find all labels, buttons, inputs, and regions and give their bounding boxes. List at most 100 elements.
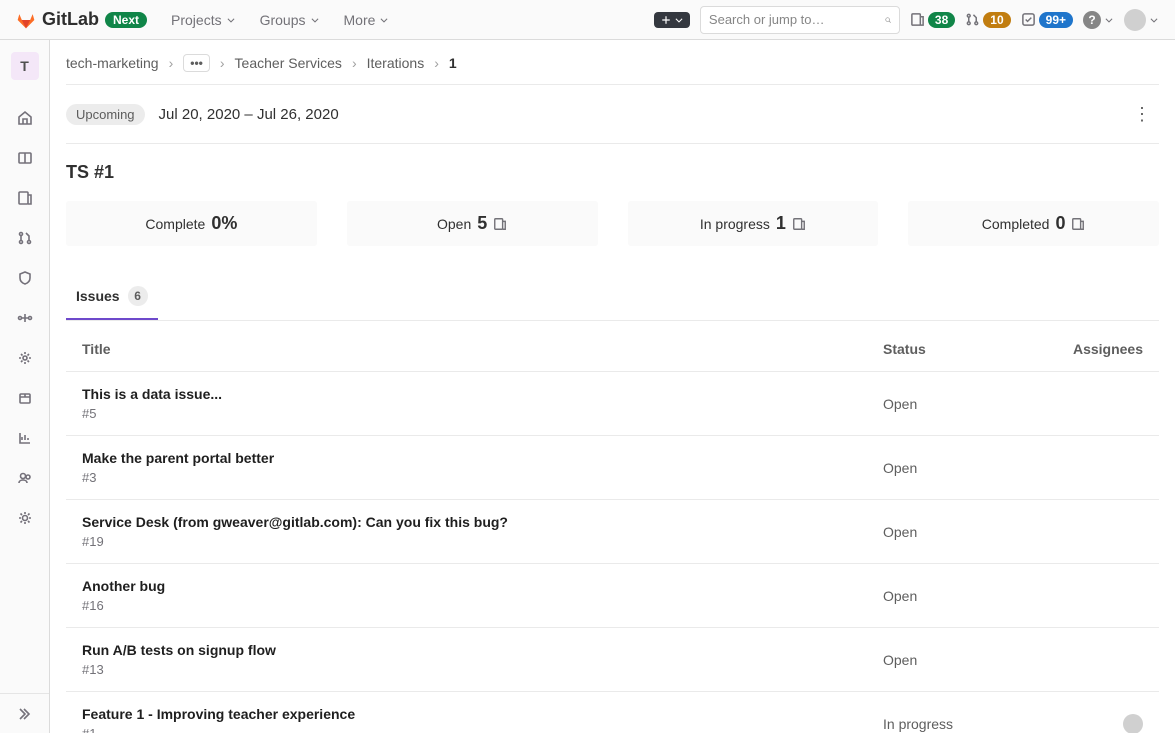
- sidebar-ops[interactable]: [0, 338, 50, 378]
- actions-menu[interactable]: ⋮: [1125, 101, 1159, 127]
- nav-help[interactable]: ?: [1083, 11, 1114, 29]
- merge-request-icon: [17, 230, 33, 246]
- date-range: Jul 20, 2020 – Jul 26, 2020: [159, 106, 339, 123]
- package-icon: [17, 390, 33, 406]
- nav-groups[interactable]: Groups: [250, 6, 330, 34]
- sidebar-ci[interactable]: [0, 298, 50, 338]
- next-badge: Next: [105, 12, 147, 28]
- sidebar-analytics[interactable]: [0, 418, 50, 458]
- issue-row: Make the parent portal better #3 Open: [66, 436, 1159, 500]
- breadcrumb-current: 1: [449, 55, 457, 71]
- nav-issues-counter[interactable]: 38: [910, 12, 955, 28]
- brand-text: GitLab: [42, 9, 99, 30]
- issue-status: Open: [883, 652, 1043, 668]
- plus-icon: [660, 14, 672, 26]
- tab-issues[interactable]: Issues 6: [66, 274, 158, 320]
- merge-request-icon: [965, 12, 980, 27]
- col-title: Title: [82, 341, 883, 357]
- breadcrumb: tech-marketing ••• Teacher Services Iter…: [66, 54, 1159, 85]
- stat-complete: Complete 0%: [66, 201, 317, 246]
- stat-open: Open 5: [347, 201, 598, 246]
- sidebar-home[interactable]: [0, 98, 50, 138]
- chevron-down-icon: [226, 15, 236, 25]
- issue-status: Open: [883, 524, 1043, 540]
- assignee-avatar[interactable]: [1123, 714, 1143, 733]
- page-title: TS #1: [66, 144, 1159, 201]
- issue-title[interactable]: Run A/B tests on signup flow: [82, 642, 883, 658]
- issue-row: Run A/B tests on signup flow #13 Open: [66, 628, 1159, 692]
- chevron-down-icon: [1104, 15, 1114, 25]
- nav-more[interactable]: More: [334, 6, 400, 34]
- chevron-down-icon: [674, 15, 684, 25]
- users-icon: [17, 470, 33, 486]
- sidebar-packages[interactable]: [0, 378, 50, 418]
- iteration-header: Upcoming Jul 20, 2020 – Jul 26, 2020 ⋮: [66, 85, 1159, 144]
- stat-completed: Completed 0: [908, 201, 1159, 246]
- sidebar-repo[interactable]: [0, 138, 50, 178]
- issue-icon: [493, 217, 507, 231]
- ci-icon: [17, 310, 33, 326]
- issue-row: This is a data issue... #5 Open: [66, 372, 1159, 436]
- ops-icon: [17, 350, 33, 366]
- expand-icon: [17, 706, 33, 722]
- sidebar-security[interactable]: [0, 258, 50, 298]
- stat-in-progress: In progress 1: [628, 201, 879, 246]
- breadcrumb-more[interactable]: •••: [183, 54, 210, 72]
- issue-title[interactable]: Make the parent portal better: [82, 450, 883, 466]
- chevron-down-icon: [1149, 15, 1159, 25]
- issue-icon: [910, 12, 925, 27]
- home-icon: [17, 110, 33, 126]
- sidebar-issues[interactable]: [0, 178, 50, 218]
- nav-mrs-counter[interactable]: 10: [965, 12, 1010, 28]
- new-menu-button[interactable]: [654, 12, 690, 28]
- issue-ref: #16: [82, 598, 883, 613]
- search-icon: [885, 13, 891, 27]
- issue-row: Feature 1 - Improving teacher experience…: [66, 692, 1159, 733]
- sidebar-collapse[interactable]: [0, 693, 49, 733]
- issue-icon: [792, 217, 806, 231]
- breadcrumb-iterations[interactable]: Iterations: [367, 55, 425, 71]
- sidebar-mrs[interactable]: [0, 218, 50, 258]
- top-navbar: GitLab Next Projects Groups More 38: [0, 0, 1175, 40]
- chevron-down-icon: [379, 15, 389, 25]
- tanuki-icon: [16, 10, 36, 30]
- sidebar-settings[interactable]: [0, 498, 50, 538]
- issue-status: Open: [883, 588, 1043, 604]
- breadcrumb-root[interactable]: tech-marketing: [66, 55, 159, 71]
- issue-title[interactable]: This is a data issue...: [82, 386, 883, 402]
- nav-todos-counter[interactable]: 99+: [1021, 12, 1073, 28]
- issue-status: In progress: [883, 716, 1043, 732]
- issues-header-row: Title Status Assignees: [66, 321, 1159, 372]
- sidebar-members[interactable]: [0, 458, 50, 498]
- issue-ref: #5: [82, 406, 883, 421]
- col-status: Status: [883, 341, 1043, 357]
- issue-title[interactable]: Feature 1 - Improving teacher experience: [82, 706, 883, 722]
- project-avatar[interactable]: T: [11, 52, 39, 80]
- issue-title[interactable]: Another bug: [82, 578, 883, 594]
- nav-user-menu[interactable]: [1124, 9, 1159, 31]
- breadcrumb-services[interactable]: Teacher Services: [235, 55, 342, 71]
- global-search[interactable]: [700, 6, 900, 34]
- help-icon: ?: [1083, 11, 1101, 29]
- issue-title[interactable]: Service Desk (from gweaver@gitlab.com): …: [82, 514, 883, 530]
- main-content: tech-marketing ••• Teacher Services Iter…: [50, 40, 1175, 733]
- issue-row: Another bug #16 Open: [66, 564, 1159, 628]
- book-icon: [17, 150, 33, 166]
- issue-ref: #13: [82, 662, 883, 677]
- tabs: Issues 6: [66, 274, 1159, 321]
- issue-ref: #1: [82, 726, 883, 733]
- todo-icon: [1021, 12, 1036, 27]
- issue-icon: [1071, 217, 1085, 231]
- issue-status: Open: [883, 460, 1043, 476]
- issue-status: Open: [883, 396, 1043, 412]
- gitlab-logo[interactable]: GitLab Next: [16, 9, 147, 30]
- avatar: [1124, 9, 1146, 31]
- nav-projects[interactable]: Projects: [161, 6, 246, 34]
- issue-ref: #19: [82, 534, 883, 549]
- shield-icon: [17, 270, 33, 286]
- issues-table: Title Status Assignees This is a data is…: [66, 321, 1159, 733]
- issue-icon: [17, 190, 33, 206]
- search-input[interactable]: [709, 12, 885, 27]
- issue-assignees: [1043, 714, 1143, 733]
- gear-icon: [17, 510, 33, 526]
